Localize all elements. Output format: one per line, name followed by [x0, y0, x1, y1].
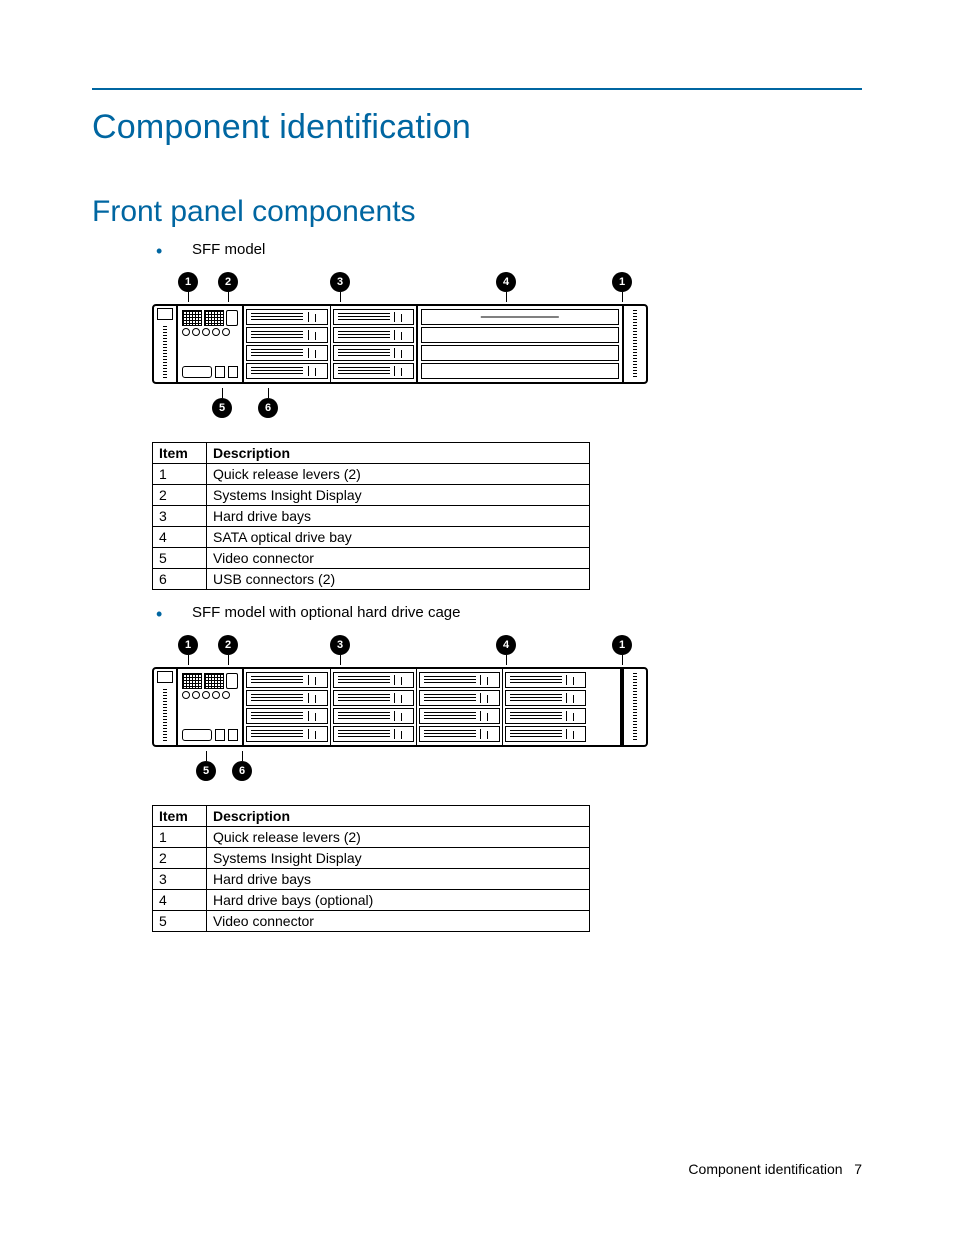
usb-connector-icon	[228, 366, 238, 378]
cell-item: 5	[153, 548, 207, 569]
table-row: 3Hard drive bays	[153, 869, 590, 890]
cell-item: 3	[153, 506, 207, 527]
front-io-panel	[178, 669, 244, 745]
page-footer: Component identification 7	[688, 1161, 862, 1177]
callout-leader	[340, 655, 341, 665]
cell-description: Video connector	[207, 911, 590, 932]
diagram-sff-model: 12341	[152, 272, 862, 418]
page-title: Component identification	[92, 108, 862, 147]
callout-badge: 1	[178, 272, 198, 292]
usb-connector-icon	[228, 729, 238, 741]
callout-badge: 1	[612, 272, 632, 292]
callout-leader	[188, 655, 189, 665]
th-item: Item	[153, 806, 207, 827]
section-heading: Front panel components	[92, 195, 862, 229]
th-description: Description	[207, 806, 590, 827]
callout-leader	[268, 388, 269, 398]
cell-description: Systems Insight Display	[207, 848, 590, 869]
callout-badge: 6	[258, 398, 278, 418]
callout-leader	[188, 292, 189, 302]
callout-leader	[242, 751, 243, 761]
cell-description: SATA optical drive bay	[207, 527, 590, 548]
callout-leader	[222, 388, 223, 398]
cell-description: Hard drive bays	[207, 869, 590, 890]
usb-connector-icon	[215, 729, 225, 741]
video-connector-icon	[182, 366, 212, 378]
th-item: Item	[153, 443, 207, 464]
callout-leader	[622, 655, 623, 665]
bullet-sff-model: SFF model	[156, 241, 862, 258]
callout-badge: 4	[496, 635, 516, 655]
table-row: 1Quick release levers (2)	[153, 827, 590, 848]
hard-drive-bays	[244, 306, 418, 382]
diagram-sff-optional: 12341	[152, 635, 862, 781]
cell-description: USB connectors (2)	[207, 569, 590, 590]
table-row: 6USB connectors (2)	[153, 569, 590, 590]
server-chassis	[152, 667, 648, 747]
cell-description: Hard drive bays (optional)	[207, 890, 590, 911]
table-row: 2Systems Insight Display	[153, 485, 590, 506]
table-row: 2Systems Insight Display	[153, 848, 590, 869]
top-rule	[92, 88, 862, 90]
callout-leader	[622, 292, 623, 302]
quick-release-lever-left	[154, 669, 178, 745]
callout-badge: 2	[218, 635, 238, 655]
table-row: 3Hard drive bays	[153, 506, 590, 527]
component-table-1: Item Description 1Quick release levers (…	[152, 442, 590, 590]
callout-badge: 1	[612, 635, 632, 655]
cell-description: Video connector	[207, 548, 590, 569]
callout-leader	[506, 655, 507, 665]
component-table-2: Item Description 1Quick release levers (…	[152, 805, 590, 932]
cell-description: Quick release levers (2)	[207, 464, 590, 485]
cell-item: 3	[153, 869, 207, 890]
callout-leader	[340, 292, 341, 302]
systems-insight-display	[182, 310, 238, 326]
table-row: 1Quick release levers (2)	[153, 464, 590, 485]
cell-item: 1	[153, 827, 207, 848]
callout-badge: 5	[212, 398, 232, 418]
quick-release-lever-right	[622, 306, 646, 382]
table-row: 5Video connector	[153, 548, 590, 569]
bullet-sff-optional-cage: SFF model with optional hard drive cage	[156, 604, 862, 621]
footer-section: Component identification	[688, 1161, 842, 1177]
systems-insight-display	[182, 673, 238, 689]
cell-item: 1	[153, 464, 207, 485]
usb-connector-icon	[215, 366, 225, 378]
quick-release-lever-right	[622, 669, 646, 745]
th-description: Description	[207, 443, 590, 464]
table-row: 4Hard drive bays (optional)	[153, 890, 590, 911]
cell-item: 5	[153, 911, 207, 932]
callout-leader	[228, 655, 229, 665]
optical-drive-bay	[418, 306, 622, 382]
front-io-panel	[178, 306, 244, 382]
callout-badge: 2	[218, 272, 238, 292]
cell-item: 2	[153, 485, 207, 506]
table-row: 5Video connector	[153, 911, 590, 932]
callout-badge: 1	[178, 635, 198, 655]
callout-leader	[228, 292, 229, 302]
cell-item: 4	[153, 527, 207, 548]
video-connector-icon	[182, 729, 212, 741]
cell-description: Systems Insight Display	[207, 485, 590, 506]
callout-leader	[206, 751, 207, 761]
cell-description: Quick release levers (2)	[207, 827, 590, 848]
server-chassis	[152, 304, 648, 384]
quick-release-lever-left	[154, 306, 178, 382]
cell-item: 6	[153, 569, 207, 590]
callout-leader	[506, 292, 507, 302]
callout-badge: 4	[496, 272, 516, 292]
callout-badge: 3	[330, 272, 350, 292]
cell-item: 2	[153, 848, 207, 869]
cell-item: 4	[153, 890, 207, 911]
cell-description: Hard drive bays	[207, 506, 590, 527]
callout-badge: 5	[196, 761, 216, 781]
callout-badge: 6	[232, 761, 252, 781]
table-row: 4SATA optical drive bay	[153, 527, 590, 548]
page-number: 7	[854, 1161, 862, 1177]
callout-badge: 3	[330, 635, 350, 655]
hard-drive-bays	[244, 669, 622, 745]
